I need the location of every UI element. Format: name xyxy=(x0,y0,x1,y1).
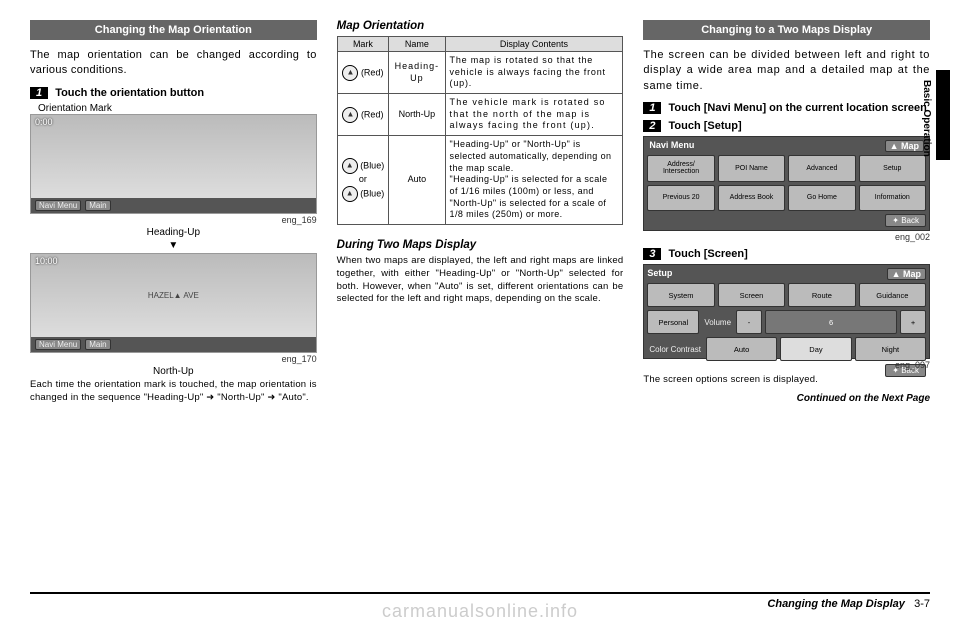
step-text: Touch [Setup] xyxy=(669,120,742,132)
mode-name: Heading-Up xyxy=(389,52,445,94)
or-label: or xyxy=(359,174,367,184)
menu-setup-button[interactable]: Setup xyxy=(859,155,926,182)
intro-text: The map orientation can be changed accor… xyxy=(30,48,317,79)
setup-screen-button[interactable]: Screen xyxy=(718,283,785,307)
orientation-table: Mark Name Display Contents (Red) Heading… xyxy=(337,36,624,225)
table-row: (Red) Heading-Up The map is rotated so t… xyxy=(337,52,623,94)
map-button[interactable]: ▲ Map xyxy=(887,268,926,280)
table-row: (Red) North-Up The vehicle mark is rotat… xyxy=(337,94,623,136)
step-text: Touch the orientation button xyxy=(55,87,204,99)
mode-name: North-Up xyxy=(389,94,445,136)
page-footer: Changing the Map Display 3-7 xyxy=(30,592,930,610)
compass-icon xyxy=(342,158,358,174)
step-number: 2 xyxy=(643,120,661,132)
mark-color: (Red) xyxy=(361,67,384,77)
intro-text: The screen can be divided between left a… xyxy=(643,48,930,94)
screenshot-north-up: 10:00 HAZEL▲ AVE Navi Menu Main xyxy=(30,253,317,353)
screenshot-setup: Setup ▲ Map System Screen Route Guidance… xyxy=(643,264,930,359)
th-mark: Mark xyxy=(337,37,389,52)
map-time: 0:00 xyxy=(35,117,53,127)
header-map-orientation: Changing the Map Orientation xyxy=(30,20,317,40)
subhead-map-orientation: Map Orientation xyxy=(337,20,624,32)
menu-previous-button[interactable]: Previous 20 xyxy=(647,185,714,212)
compass-icon xyxy=(342,65,358,81)
mode-name: Auto xyxy=(389,136,445,225)
setup-title: Setup xyxy=(647,268,672,280)
img-code: eng_002 xyxy=(643,232,930,242)
main-button[interactable]: Main xyxy=(85,200,110,211)
mark-color: (Blue) xyxy=(360,161,384,171)
th-display: Display Contents xyxy=(445,37,623,52)
step-text: Touch [Navi Menu] on the current locatio… xyxy=(669,102,927,114)
step-number: 3 xyxy=(643,248,661,260)
map-button[interactable]: ▲ Map xyxy=(885,140,924,152)
volume-value: 6 xyxy=(765,310,897,334)
compass-icon xyxy=(342,107,358,123)
footer-page: 3-7 xyxy=(914,598,930,610)
setup-personal-button[interactable]: Personal xyxy=(647,310,699,334)
img-caption: North-Up xyxy=(30,366,317,377)
cycle-description: Each time the orientation mark is touche… xyxy=(30,379,317,405)
header-two-maps: Changing to a Two Maps Display xyxy=(643,20,930,40)
side-tab-marker xyxy=(936,70,950,160)
continued-label: Continued on the Next Page xyxy=(643,393,930,404)
setup-system-button[interactable]: System xyxy=(647,283,714,307)
column-middle: Map Orientation Mark Name Display Conten… xyxy=(337,20,624,404)
th-name: Name xyxy=(389,37,445,52)
contrast-day-button[interactable]: Day xyxy=(780,337,851,361)
subhead-two-maps: During Two Maps Display xyxy=(337,239,624,251)
screenshot-navi-menu: Navi Menu ▲ Map Address/ Intersection PO… xyxy=(643,136,930,231)
compass-icon xyxy=(342,186,358,202)
mode-desc: The vehicle mark is rotated so that the … xyxy=(445,94,623,136)
table-row: (Blue) or (Blue) Auto "Heading-Up" or "N… xyxy=(337,136,623,225)
navi-menu-button[interactable]: Navi Menu xyxy=(35,200,81,211)
arrow-down-icon: ▼ xyxy=(30,240,317,251)
navi-menu-button[interactable]: Navi Menu xyxy=(35,339,81,350)
mark-color: (Blue) xyxy=(360,188,384,198)
contrast-label: Color Contrast xyxy=(647,345,703,354)
menu-title: Navi Menu xyxy=(649,140,694,152)
menu-information-button[interactable]: Information xyxy=(859,185,926,212)
img-code: eng_170 xyxy=(30,354,317,364)
menu-addressbook-button[interactable]: Address Book xyxy=(718,185,785,212)
step-3: 3 Touch [Screen] xyxy=(643,248,930,260)
menu-address-button[interactable]: Address/ Intersection xyxy=(647,155,714,182)
step-1: 1 Touch [Navi Menu] on the current locat… xyxy=(643,102,930,114)
orientation-mark-label: Orientation Mark xyxy=(38,103,317,114)
volume-minus-button[interactable]: - xyxy=(736,310,762,334)
img-caption: Heading-Up xyxy=(30,227,317,238)
mode-desc: The map is rotated so that the vehicle i… xyxy=(445,52,623,94)
menu-poi-button[interactable]: POI Name xyxy=(718,155,785,182)
step-number: 1 xyxy=(643,102,661,114)
setup-route-button[interactable]: Route xyxy=(788,283,855,307)
back-button[interactable]: ✦ Back xyxy=(885,214,926,227)
setup-guidance-button[interactable]: Guidance xyxy=(859,283,926,307)
column-right: Changing to a Two Maps Display The scree… xyxy=(643,20,930,404)
contrast-night-button[interactable]: Night xyxy=(855,337,926,361)
menu-gohome-button[interactable]: Go Home xyxy=(788,185,855,212)
street-label: HAZEL▲ AVE xyxy=(31,254,316,337)
map-time: 10:00 xyxy=(35,256,58,266)
volume-plus-button[interactable]: + xyxy=(900,310,926,334)
step-number: 1 xyxy=(30,87,48,99)
volume-label: Volume xyxy=(702,318,733,327)
mark-color: (Red) xyxy=(361,109,384,119)
screenshot-heading-up: 0:00 Navi Menu Main xyxy=(30,114,317,214)
contrast-auto-button[interactable]: Auto xyxy=(706,337,777,361)
two-maps-description: When two maps are displayed, the left an… xyxy=(337,255,624,306)
step-text: Touch [Screen] xyxy=(669,248,748,260)
column-left: Changing the Map Orientation The map ori… xyxy=(30,20,317,404)
step-2: 2 Touch [Setup] xyxy=(643,120,930,132)
main-button[interactable]: Main xyxy=(85,339,110,350)
footer-title: Changing the Map Display xyxy=(767,598,905,610)
menu-advanced-button[interactable]: Advanced xyxy=(788,155,855,182)
side-tab-label: Basic Operation xyxy=(921,80,932,157)
step-1: 1 Touch the orientation button xyxy=(30,87,317,99)
img-code: eng_169 xyxy=(30,215,317,225)
mode-desc: "Heading-Up" or "North-Up" is selected a… xyxy=(445,136,623,225)
